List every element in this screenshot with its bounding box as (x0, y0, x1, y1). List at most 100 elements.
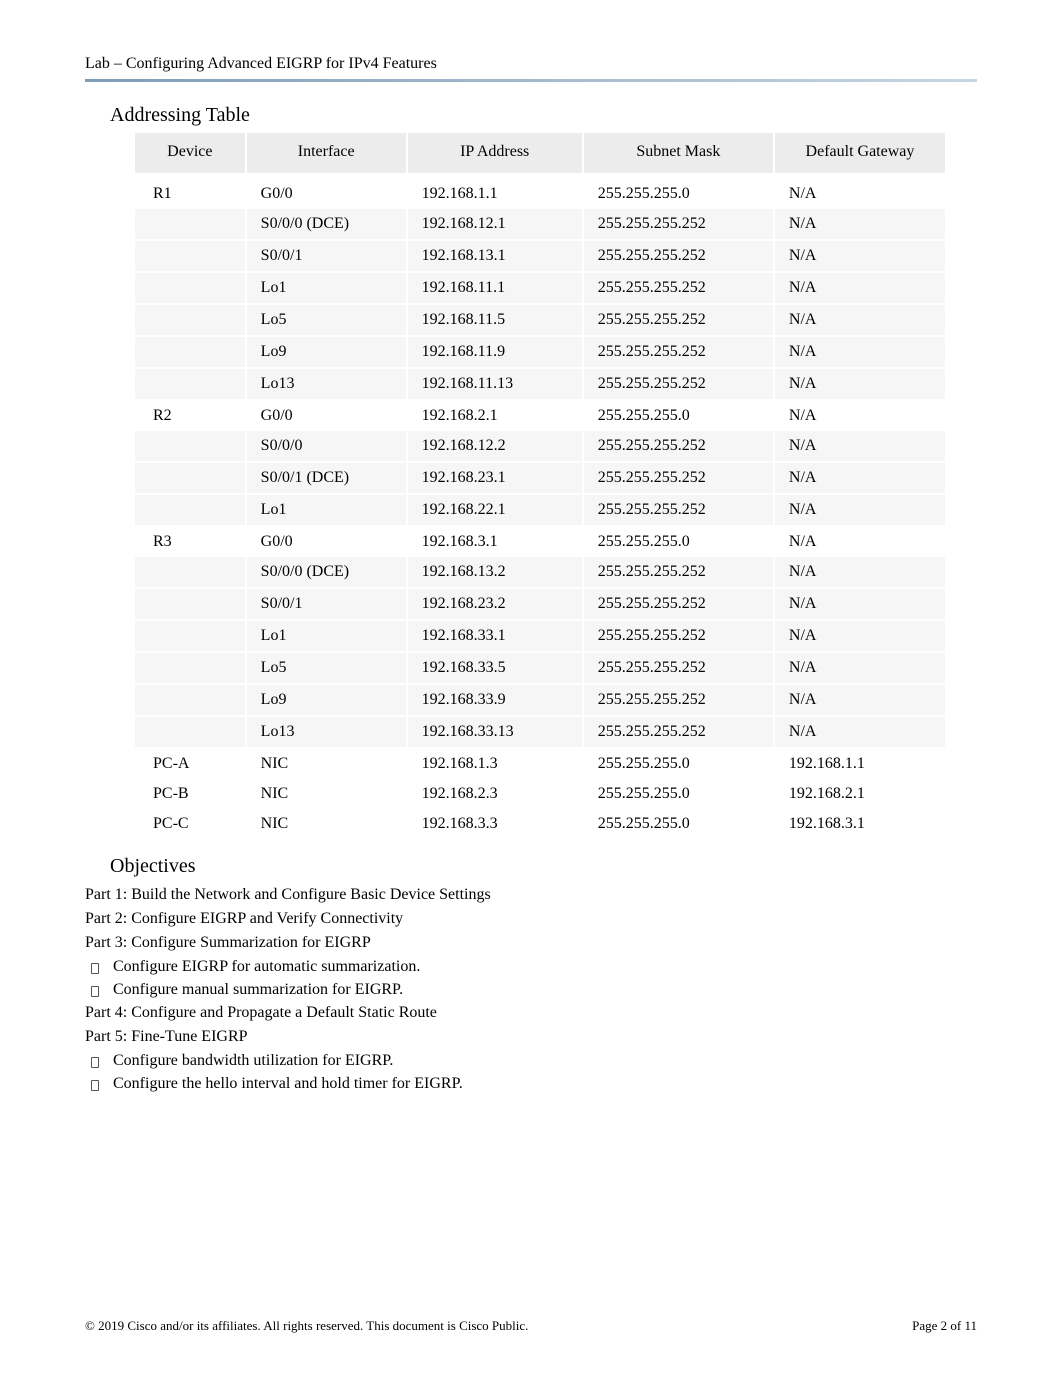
cell-interface: S0/0/0 (DCE) (246, 557, 407, 588)
table-row: R1G0/0192.168.1.1255.255.255.0N/A (135, 176, 945, 209)
table-row: S0/0/0 (DCE)192.168.13.2255.255.255.252N… (135, 557, 945, 588)
cell-device (135, 431, 246, 462)
cell-interface: G0/0 (246, 400, 407, 431)
cell-ip: 192.168.33.5 (407, 652, 583, 684)
addressing-table: Device Interface IP Address Subnet Mask … (135, 133, 945, 839)
cell-ip: 192.168.3.1 (407, 526, 583, 557)
cell-ip: 192.168.33.1 (407, 620, 583, 652)
cell-mask: 255.255.255.252 (583, 494, 774, 526)
table-row: Lo13192.168.11.13255.255.255.252N/A (135, 368, 945, 400)
cell-mask: 255.255.255.252 (583, 304, 774, 336)
cell-ip: 192.168.2.1 (407, 400, 583, 431)
cell-mask: 255.255.255.0 (583, 779, 774, 809)
cell-gateway: N/A (774, 557, 945, 588)
cell-mask: 255.255.255.252 (583, 209, 774, 240)
cell-gateway: N/A (774, 526, 945, 557)
cell-interface: S0/0/1 (246, 588, 407, 620)
cell-interface: Lo13 (246, 716, 407, 748)
cell-ip: 192.168.33.9 (407, 684, 583, 716)
table-row: S0/0/1 (DCE)192.168.23.1255.255.255.252N… (135, 462, 945, 494)
cell-device: PC-A (135, 748, 246, 779)
table-row: Lo1192.168.11.1255.255.255.252N/A (135, 272, 945, 304)
cell-device (135, 716, 246, 748)
table-row: S0/0/0 (DCE)192.168.12.1255.255.255.252N… (135, 209, 945, 240)
cell-ip: 192.168.3.3 (407, 809, 583, 839)
cell-gateway: N/A (774, 400, 945, 431)
objective-part3: Part 3: Configure Summarization for EIGR… (85, 934, 977, 952)
cell-ip: 192.168.12.2 (407, 431, 583, 462)
cell-mask: 255.255.255.252 (583, 368, 774, 400)
table-row: PC-ANIC192.168.1.3255.255.255.0192.168.1… (135, 748, 945, 779)
cell-gateway: N/A (774, 652, 945, 684)
cell-mask: 255.255.255.0 (583, 526, 774, 557)
cell-interface: G0/0 (246, 526, 407, 557)
cell-mask: 255.255.255.252 (583, 336, 774, 368)
addressing-table-heading: Addressing Table (110, 104, 977, 127)
cell-gateway: 192.168.2.1 (774, 779, 945, 809)
th-gateway: Default Gateway (774, 133, 945, 176)
cell-device (135, 462, 246, 494)
cell-interface: G0/0 (246, 176, 407, 209)
objective-part2: Part 2: Configure EIGRP and Verify Conne… (85, 910, 977, 928)
cell-mask: 255.255.255.252 (583, 557, 774, 588)
table-row: Lo9192.168.33.9255.255.255.252N/A (135, 684, 945, 716)
cell-device (135, 336, 246, 368)
cell-gateway: N/A (774, 209, 945, 240)
cell-gateway: 192.168.1.1 (774, 748, 945, 779)
table-row: R3G0/0192.168.3.1255.255.255.0N/A (135, 526, 945, 557)
cell-mask: 255.255.255.252 (583, 462, 774, 494)
cell-interface: S0/0/1 (246, 240, 407, 272)
cell-mask: 255.255.255.252 (583, 588, 774, 620)
th-interface: Interface (246, 133, 407, 176)
table-row: Lo13192.168.33.13255.255.255.252N/A (135, 716, 945, 748)
cell-device: R1 (135, 176, 246, 209)
list-item: Configure the hello interval and hold ti… (85, 1075, 977, 1093)
cell-gateway: N/A (774, 494, 945, 526)
cell-gateway: N/A (774, 462, 945, 494)
table-row: S0/0/1192.168.13.1255.255.255.252N/A (135, 240, 945, 272)
table-row: S0/0/0192.168.12.2255.255.255.252N/A (135, 431, 945, 462)
footer-copyright: © 2019 Cisco and/or its affiliates. All … (85, 1318, 528, 1334)
cell-ip: 192.168.11.13 (407, 368, 583, 400)
cell-ip: 192.168.11.5 (407, 304, 583, 336)
cell-mask: 255.255.255.252 (583, 716, 774, 748)
cell-ip: 192.168.12.1 (407, 209, 583, 240)
cell-interface: Lo13 (246, 368, 407, 400)
cell-ip: 192.168.1.1 (407, 176, 583, 209)
cell-mask: 255.255.255.0 (583, 748, 774, 779)
cell-device: PC-C (135, 809, 246, 839)
cell-device: PC-B (135, 779, 246, 809)
cell-gateway: N/A (774, 240, 945, 272)
cell-interface: S0/0/0 (DCE) (246, 209, 407, 240)
cell-gateway: N/A (774, 272, 945, 304)
list-item: Configure bandwidth utilization for EIGR… (85, 1052, 977, 1070)
part5-bullet-list: Configure bandwidth utilization for EIGR… (85, 1052, 977, 1093)
cell-interface: Lo1 (246, 620, 407, 652)
cell-device (135, 304, 246, 336)
cell-ip: 192.168.11.9 (407, 336, 583, 368)
cell-ip: 192.168.22.1 (407, 494, 583, 526)
cell-interface: NIC (246, 809, 407, 839)
objective-part1: Part 1: Build the Network and Configure … (85, 886, 977, 904)
cell-gateway: N/A (774, 684, 945, 716)
cell-interface: Lo5 (246, 304, 407, 336)
cell-gateway: N/A (774, 368, 945, 400)
cell-device (135, 209, 246, 240)
th-device: Device (135, 133, 246, 176)
cell-mask: 255.255.255.0 (583, 176, 774, 209)
cell-ip: 192.168.1.3 (407, 748, 583, 779)
page-footer: © 2019 Cisco and/or its affiliates. All … (85, 1318, 977, 1334)
th-ip: IP Address (407, 133, 583, 176)
cell-mask: 255.255.255.252 (583, 240, 774, 272)
cell-device (135, 368, 246, 400)
cell-device (135, 557, 246, 588)
th-mask: Subnet Mask (583, 133, 774, 176)
page-header: Lab – Configuring Advanced EIGRP for IPv… (85, 55, 977, 73)
part3-bullet-list: Configure EIGRP for automatic summarizat… (85, 958, 977, 999)
cell-mask: 255.255.255.0 (583, 809, 774, 839)
cell-gateway: N/A (774, 620, 945, 652)
cell-ip: 192.168.11.1 (407, 272, 583, 304)
cell-ip: 192.168.23.1 (407, 462, 583, 494)
cell-interface: Lo9 (246, 684, 407, 716)
cell-mask: 255.255.255.252 (583, 620, 774, 652)
